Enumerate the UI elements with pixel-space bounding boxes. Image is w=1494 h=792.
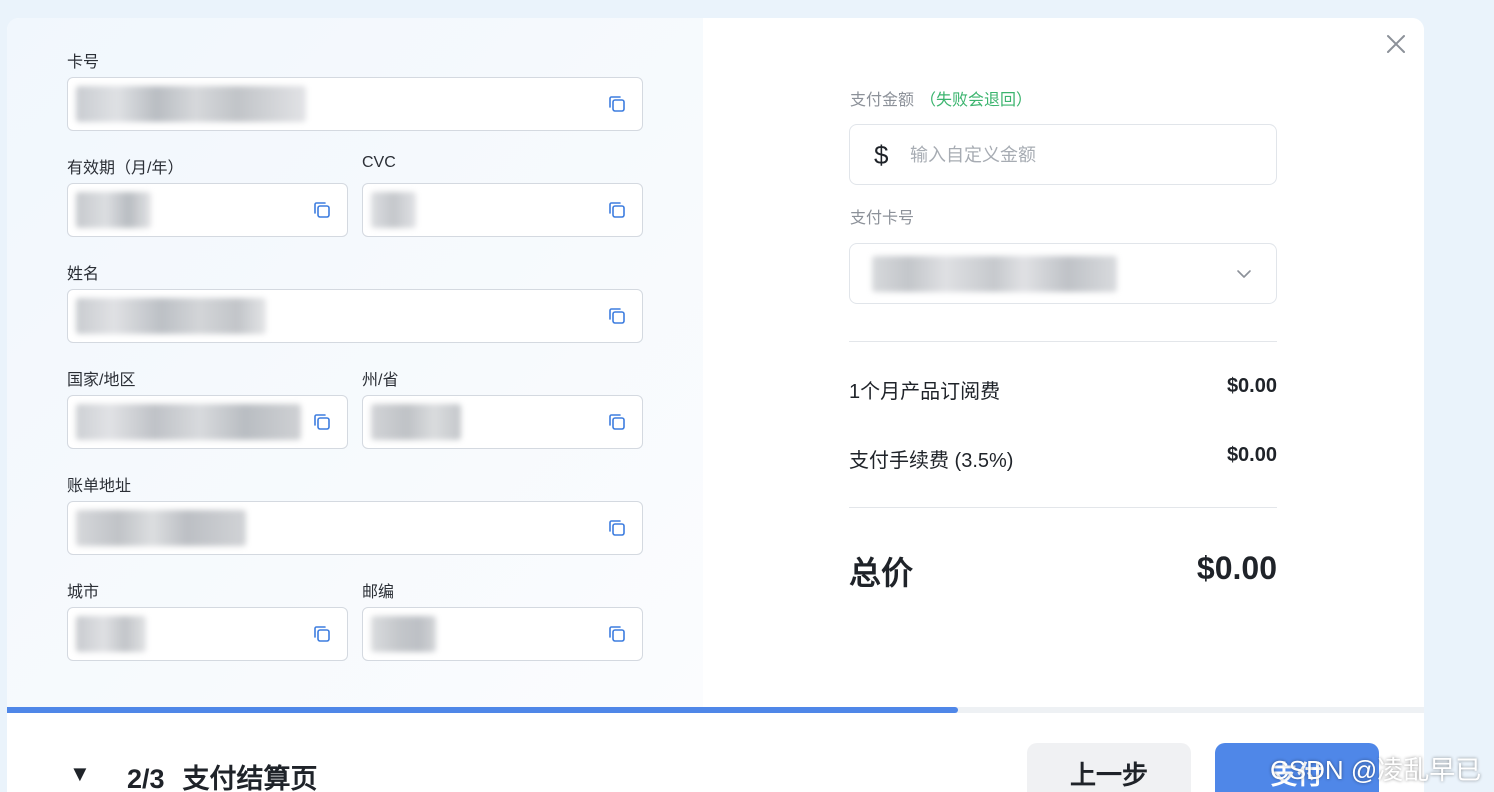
card-number-label: 卡号 xyxy=(67,54,100,71)
copy-icon[interactable] xyxy=(606,411,628,433)
name-label: 姓名 xyxy=(67,266,100,283)
step-title: 支付结算页 xyxy=(182,764,318,792)
processing-fee-label: 支付手续费 (3.5%) xyxy=(849,450,1014,472)
postal-code-field[interactable] xyxy=(362,607,643,661)
amount-input-box: $ xyxy=(849,124,1277,185)
name-field[interactable] xyxy=(67,289,643,343)
divider xyxy=(849,341,1277,342)
card-number-redacted xyxy=(76,86,306,122)
billing-address-redacted xyxy=(76,510,246,546)
refund-note: （失败会退回） xyxy=(920,92,1033,109)
modal-footer: ▼ 2/3 支付结算页 上一步 支付 xyxy=(7,713,1424,792)
city-redacted xyxy=(76,616,146,652)
card-number-field[interactable] xyxy=(67,77,643,131)
payment-summary-pane: 支付金额 （失败会退回） $ 支付卡号 1个月产品订阅费 $0.00 支付手续费 … xyxy=(703,18,1424,708)
expiry-field[interactable] xyxy=(67,183,348,237)
payment-modal: 卡号 有效期（月/年） CVC 姓名 国家/地区 州/省 账单地址 城市 邮编 … xyxy=(7,18,1424,792)
cvc-redacted xyxy=(371,192,416,228)
close-icon[interactable] xyxy=(1382,30,1410,58)
subscription-fee-price: $0.00 xyxy=(1226,375,1277,397)
processing-fee-price: $0.00 xyxy=(1226,444,1277,466)
chevron-down-icon[interactable] xyxy=(1234,264,1254,284)
copy-icon[interactable] xyxy=(311,623,333,645)
country-redacted xyxy=(76,404,301,440)
total-value: $0.00 xyxy=(1196,550,1277,586)
state-field[interactable] xyxy=(362,395,643,449)
card-select-redacted xyxy=(872,256,1117,292)
name-redacted xyxy=(76,298,266,334)
city-label: 城市 xyxy=(67,584,100,601)
copy-icon[interactable] xyxy=(606,199,628,221)
copy-icon[interactable] xyxy=(606,517,628,539)
subscription-fee-row: 1个月产品订阅费 $0.00 xyxy=(849,375,1277,404)
divider xyxy=(849,507,1277,508)
state-redacted xyxy=(371,404,461,440)
card-select[interactable] xyxy=(849,243,1277,304)
card-details-pane: 卡号 有效期（月/年） CVC 姓名 国家/地区 州/省 账单地址 城市 邮编 xyxy=(7,18,703,708)
copy-icon[interactable] xyxy=(606,93,628,115)
amount-label-text: 支付金额 xyxy=(850,92,915,109)
expiry-label: 有效期（月/年） xyxy=(67,160,184,177)
subscription-fee-label: 1个月产品订阅费 xyxy=(849,381,1001,403)
expiry-redacted xyxy=(76,192,151,228)
step-indicator: 2/3 支付结算页 xyxy=(127,757,318,792)
cvc-label: CVC xyxy=(362,154,396,171)
processing-fee-row: 支付手续费 (3.5%) $0.00 xyxy=(849,444,1277,473)
country-label: 国家/地区 xyxy=(67,372,136,389)
copy-icon[interactable] xyxy=(311,411,333,433)
billing-address-label: 账单地址 xyxy=(67,478,132,495)
country-field[interactable] xyxy=(67,395,348,449)
amount-input[interactable] xyxy=(910,137,1250,173)
amount-label: 支付金额 （失败会退回） xyxy=(850,86,1032,110)
card-select-label: 支付卡号 xyxy=(850,210,915,227)
cvc-field[interactable] xyxy=(362,183,643,237)
city-field[interactable] xyxy=(67,607,348,661)
copy-icon[interactable] xyxy=(606,623,628,645)
state-label: 州/省 xyxy=(362,372,399,389)
billing-address-field[interactable] xyxy=(67,501,643,555)
copy-icon[interactable] xyxy=(311,199,333,221)
dollar-icon: $ xyxy=(874,140,889,170)
postal-code-redacted xyxy=(371,616,436,652)
watermark: CSDN @凌乱早已 xyxy=(1270,755,1482,785)
step-number: 2/3 xyxy=(127,764,165,792)
copy-icon[interactable] xyxy=(606,305,628,327)
collapse-toggle-icon[interactable]: ▼ xyxy=(69,761,91,787)
postal-code-label: 邮编 xyxy=(362,584,395,601)
back-button[interactable]: 上一步 xyxy=(1027,743,1191,792)
